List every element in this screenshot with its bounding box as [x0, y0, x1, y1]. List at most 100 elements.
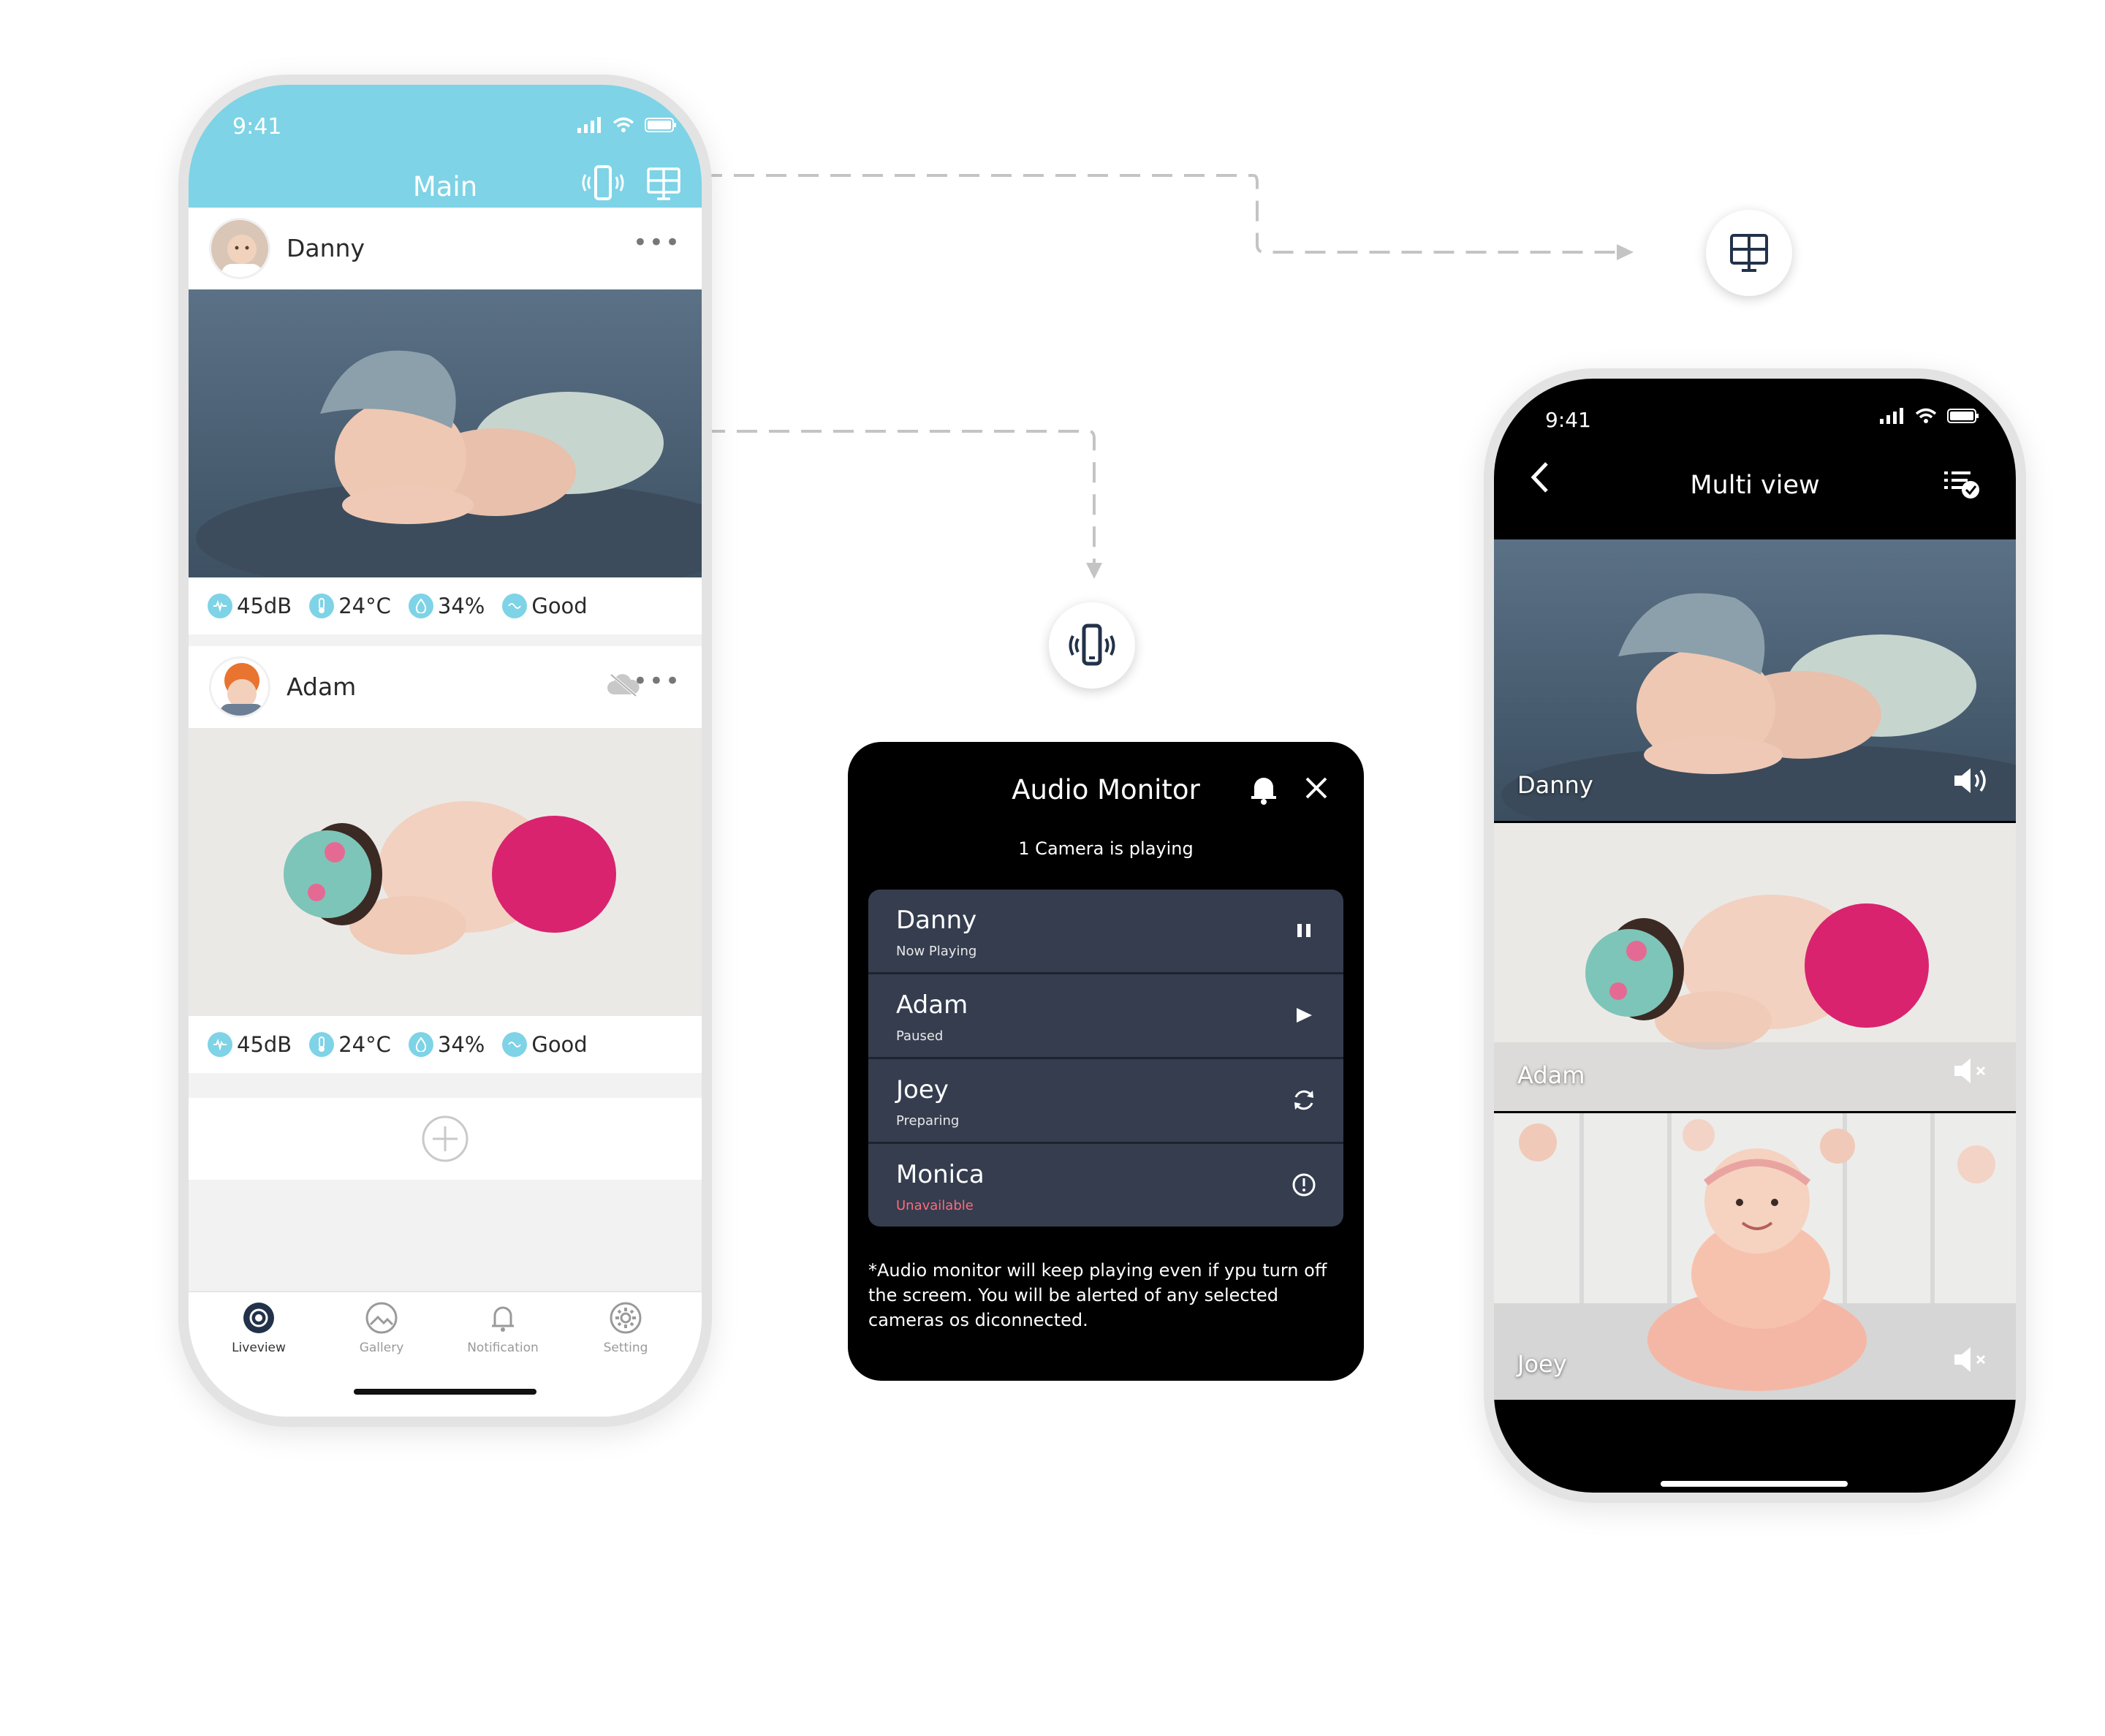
main-header: 9:41 Main	[189, 85, 702, 208]
more-options-icon[interactable]: •••	[633, 228, 681, 257]
camera-name: Joey	[896, 1075, 949, 1104]
tab-label: Liveview	[232, 1341, 286, 1355]
air-quality: Good	[531, 594, 588, 618]
camera-feed-danny[interactable]	[189, 289, 702, 577]
pause-icon[interactable]	[1291, 917, 1317, 944]
list-item[interactable]: Joey Preparing	[868, 1059, 1343, 1144]
status-time: 9:41	[232, 114, 282, 140]
page-title: Multi view	[1690, 471, 1820, 500]
camera-name: Adam	[896, 990, 968, 1020]
tab-notification[interactable]: Notification	[444, 1301, 561, 1355]
phone-vibrate-icon	[582, 165, 624, 200]
multi-view-icon	[1730, 234, 1768, 272]
alert-icon[interactable]	[1291, 1172, 1317, 1198]
feed-name: Joey	[1517, 1350, 1567, 1378]
humidity-icon	[408, 594, 433, 618]
audio-state: Now Playing	[896, 944, 977, 959]
volume-muted-icon[interactable]	[1953, 1057, 1991, 1088]
feed-name: Adam	[1517, 1061, 1585, 1089]
more-options-icon[interactable]: •••	[633, 667, 681, 696]
sound-icon	[208, 594, 232, 618]
camera-card-header[interactable]: Adam •••	[189, 646, 702, 728]
multi-view-feed[interactable]: Adam	[1494, 823, 2016, 1111]
temperature-icon	[309, 594, 335, 618]
audio-state: Unavailable	[896, 1198, 974, 1213]
signal-icon	[1880, 408, 1903, 424]
multi-view-button[interactable]	[646, 167, 681, 205]
main-phone: 9:41 Main Danny ••• 45dB 24°C 34% Good A…	[178, 75, 712, 1427]
air-quality-icon	[502, 1032, 528, 1057]
tab-label: Setting	[603, 1341, 648, 1355]
sound-icon	[208, 1032, 232, 1057]
audio-state: Paused	[896, 1028, 944, 1044]
tab-label: Gallery	[359, 1341, 404, 1355]
tab-bar: Liveview Gallery Notification Setting	[189, 1291, 702, 1417]
status-time: 9:41	[1545, 408, 1591, 432]
audio-monitor-shortcut[interactable]	[1049, 602, 1135, 689]
temperature-icon	[309, 1032, 335, 1057]
avatar	[209, 656, 270, 718]
baby-sleeping-image	[189, 289, 702, 577]
home-indicator[interactable]	[354, 1389, 536, 1395]
home-indicator[interactable]	[1661, 1481, 1848, 1487]
humidity: 34%	[437, 594, 485, 618]
wifi-icon	[1915, 408, 1937, 423]
temperature: 24°C	[338, 594, 391, 618]
tab-liveview[interactable]: Liveview	[200, 1301, 317, 1355]
multi-view-shortcut[interactable]	[1706, 210, 1792, 296]
list-item[interactable]: Danny Now Playing	[868, 890, 1343, 974]
list-item[interactable]: Adam Paused	[868, 974, 1343, 1059]
volume-on-icon[interactable]	[1953, 767, 1991, 797]
sound-level: 45dB	[237, 1032, 292, 1057]
refresh-icon[interactable]	[1291, 1087, 1317, 1113]
tab-gallery[interactable]: Gallery	[323, 1301, 440, 1355]
camera-name: Monica	[896, 1160, 985, 1189]
camera-name: Danny	[287, 234, 365, 262]
audio-monitor-note: *Audio monitor will keep playing even if…	[868, 1260, 1327, 1330]
select-list-icon[interactable]	[1944, 469, 1981, 503]
play-icon[interactable]	[1291, 1002, 1317, 1028]
avatar	[209, 218, 270, 279]
multi-view-feed[interactable]: Danny	[1494, 539, 2016, 821]
audio-monitor-panel: Audio Monitor 1 Camera is playing Danny …	[848, 742, 1364, 1381]
tab-label: Notification	[467, 1341, 539, 1355]
liveview-icon	[243, 1303, 274, 1333]
bell-icon	[492, 1306, 514, 1332]
camera-name: Danny	[896, 906, 977, 935]
audio-monitor-button[interactable]	[579, 164, 627, 208]
add-icon	[422, 1115, 469, 1162]
wifi-icon	[612, 117, 634, 132]
humidity-icon	[408, 1032, 433, 1057]
baby-sleeping-image	[189, 728, 702, 1016]
multi-view-phone: 9:41 Multi view Danny Adam Joey	[1484, 368, 2026, 1503]
multi-view-icon	[647, 167, 680, 200]
volume-muted-icon[interactable]	[1953, 1346, 1991, 1376]
camera-audio-list: Danny Now Playing Adam Paused Joey Prepa…	[868, 890, 1343, 1227]
air-quality-icon	[502, 594, 528, 618]
tab-setting[interactable]: Setting	[567, 1301, 684, 1355]
temperature: 24°C	[338, 1032, 391, 1057]
add-camera-button[interactable]	[189, 1098, 702, 1180]
battery-icon	[1947, 409, 1979, 423]
panel-title: Audio Monitor	[1012, 774, 1200, 806]
phone-vibrate-icon	[1069, 623, 1115, 666]
camera-feed-adam[interactable]	[189, 728, 702, 1016]
baby-sitting-image	[1494, 1113, 2016, 1400]
multi-view-feed[interactable]: Joey	[1494, 1113, 2016, 1400]
list-item[interactable]: Monica Unavailable	[868, 1144, 1343, 1227]
air-quality: Good	[531, 1032, 588, 1057]
camera-stats: 45dB 24°C 34% Good	[189, 1016, 702, 1073]
feed-name: Danny	[1517, 771, 1593, 799]
humidity: 34%	[437, 1032, 485, 1057]
camera-card-header[interactable]: Danny •••	[189, 208, 702, 289]
bell-icon[interactable]	[1248, 773, 1279, 809]
battery-icon	[645, 118, 676, 132]
status-icons	[577, 117, 677, 133]
gear-icon	[610, 1302, 642, 1334]
camera-stats: 45dB 24°C 34% Good	[189, 577, 702, 634]
signal-icon	[577, 117, 601, 133]
status-icons	[1880, 408, 1979, 424]
sound-level: 45dB	[237, 594, 292, 618]
close-icon[interactable]	[1304, 776, 1329, 803]
playing-count: 1 Camera is playing	[1018, 838, 1194, 859]
